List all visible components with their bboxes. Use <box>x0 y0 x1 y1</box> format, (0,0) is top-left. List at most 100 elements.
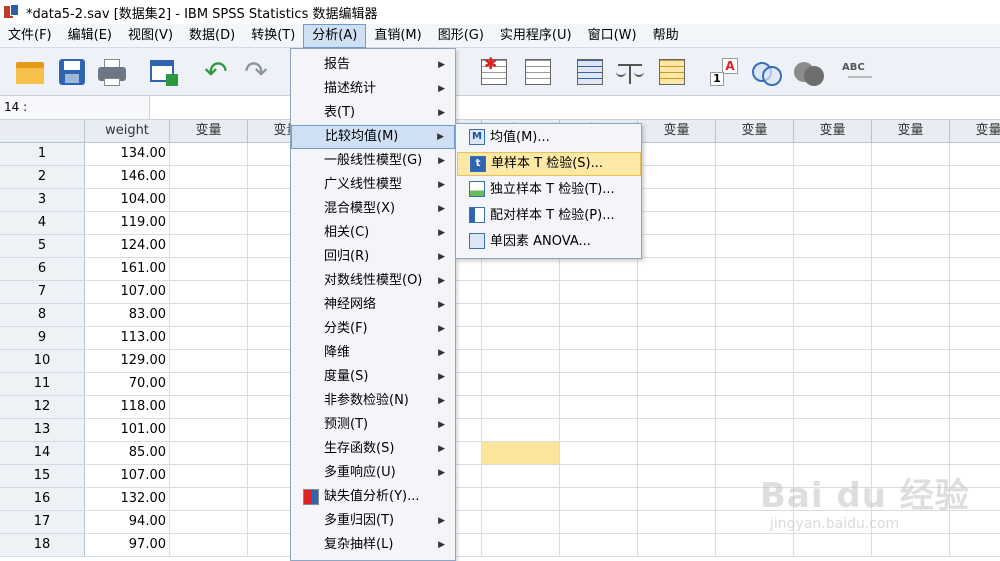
row-header[interactable]: 10 <box>0 350 85 373</box>
cell-value-input[interactable] <box>150 96 1000 119</box>
empty-cell[interactable] <box>170 189 248 212</box>
weight-cell[interactable]: 97.00 <box>85 534 170 557</box>
empty-cell[interactable] <box>950 396 1000 419</box>
empty-cell[interactable] <box>794 442 872 465</box>
empty-cell[interactable] <box>872 281 950 304</box>
compare-means-item[interactable]: M 均值(M)... <box>457 126 641 150</box>
empty-cell[interactable] <box>560 304 638 327</box>
row-header[interactable]: 12 <box>0 396 85 419</box>
empty-cell[interactable] <box>716 189 794 212</box>
analyze-menu-item[interactable]: 复杂抽样(L) ▶ <box>291 533 455 557</box>
empty-cell[interactable] <box>794 419 872 442</box>
menu-analyze[interactable]: 分析(A) <box>303 23 367 48</box>
analyze-menu-item[interactable]: 降维 ▶ <box>291 341 455 365</box>
empty-cell[interactable] <box>170 350 248 373</box>
empty-cell[interactable] <box>560 511 638 534</box>
empty-cell[interactable] <box>716 304 794 327</box>
menu-window[interactable]: 窗口(W) <box>580 24 645 48</box>
menu-direct-marketing[interactable]: 直销(M) <box>366 24 429 48</box>
empty-cell[interactable] <box>794 281 872 304</box>
empty-cell[interactable] <box>170 281 248 304</box>
empty-cell[interactable] <box>794 166 872 189</box>
empty-cell[interactable] <box>794 304 872 327</box>
empty-cell[interactable] <box>482 350 560 373</box>
row-header[interactable]: 17 <box>0 511 85 534</box>
analyze-menu-item[interactable]: 混合模型(X) ▶ <box>291 197 455 221</box>
empty-cell[interactable] <box>638 235 716 258</box>
empty-cell[interactable] <box>170 327 248 350</box>
empty-cell[interactable] <box>560 442 638 465</box>
empty-cell[interactable] <box>560 258 638 281</box>
empty-cell[interactable] <box>482 373 560 396</box>
empty-cell[interactable] <box>872 419 950 442</box>
empty-cell[interactable] <box>638 396 716 419</box>
row-header[interactable]: 16 <box>0 488 85 511</box>
empty-cell[interactable] <box>170 396 248 419</box>
empty-cell[interactable] <box>872 373 950 396</box>
analyze-menu-item[interactable]: 多重响应(U) ▶ <box>291 461 455 485</box>
empty-cell[interactable] <box>482 534 560 557</box>
empty-cell[interactable] <box>170 419 248 442</box>
analyze-menu-item[interactable]: 描述统计 ▶ <box>291 77 455 101</box>
empty-cell[interactable] <box>482 488 560 511</box>
empty-cell[interactable] <box>170 304 248 327</box>
empty-cell[interactable] <box>638 511 716 534</box>
weight-cell[interactable]: 132.00 <box>85 488 170 511</box>
row-header[interactable]: 14 <box>0 442 85 465</box>
empty-cell[interactable] <box>560 350 638 373</box>
empty-cell[interactable] <box>872 258 950 281</box>
recall-dialog-icon[interactable] <box>148 56 180 88</box>
empty-cell[interactable] <box>638 281 716 304</box>
empty-cell[interactable] <box>716 327 794 350</box>
weight-cell[interactable]: 124.00 <box>85 235 170 258</box>
empty-cell[interactable] <box>716 396 794 419</box>
empty-cell[interactable] <box>560 534 638 557</box>
empty-cell[interactable] <box>560 373 638 396</box>
empty-cell[interactable] <box>170 465 248 488</box>
show-all-variables-icon[interactable] <box>792 56 824 88</box>
empty-cell[interactable] <box>950 350 1000 373</box>
column-header-empty-variable[interactable]: 变量 <box>794 120 872 143</box>
analyze-menu-item[interactable]: 一般线性模型(G) ▶ <box>291 149 455 173</box>
empty-cell[interactable] <box>170 212 248 235</box>
empty-cell[interactable] <box>638 442 716 465</box>
analyze-menu-item[interactable]: 缺失值分析(Y)... <box>291 485 455 509</box>
empty-cell[interactable] <box>872 442 950 465</box>
empty-cell[interactable] <box>872 143 950 166</box>
empty-cell[interactable] <box>950 258 1000 281</box>
weight-cell[interactable]: 104.00 <box>85 189 170 212</box>
compare-means-item[interactable]: t 单样本 T 检验(S)... <box>457 152 641 176</box>
menu-edit[interactable]: 编辑(E) <box>60 24 120 48</box>
empty-cell[interactable] <box>794 350 872 373</box>
empty-cell[interactable] <box>950 419 1000 442</box>
empty-cell[interactable] <box>638 166 716 189</box>
empty-cell[interactable] <box>872 396 950 419</box>
row-header[interactable]: 9 <box>0 327 85 350</box>
weight-cell[interactable]: 94.00 <box>85 511 170 534</box>
analyze-menu-item[interactable]: 预测(T) ▶ <box>291 413 455 437</box>
empty-cell[interactable] <box>638 258 716 281</box>
menu-transform[interactable]: 转换(T) <box>243 24 303 48</box>
empty-cell[interactable] <box>638 304 716 327</box>
empty-cell[interactable] <box>638 488 716 511</box>
empty-cell[interactable] <box>716 166 794 189</box>
column-header-empty-variable[interactable]: 变量 <box>872 120 950 143</box>
empty-cell[interactable] <box>794 396 872 419</box>
empty-cell[interactable] <box>794 189 872 212</box>
split-file-icon[interactable] <box>574 56 606 88</box>
empty-cell[interactable] <box>170 235 248 258</box>
menu-file[interactable]: 文件(F) <box>0 24 60 48</box>
row-header[interactable]: 7 <box>0 281 85 304</box>
compare-means-item[interactable]: 单因素 ANOVA... <box>457 230 641 254</box>
weight-cell[interactable]: 113.00 <box>85 327 170 350</box>
menu-utilities[interactable]: 实用程序(U) <box>492 24 580 48</box>
empty-cell[interactable] <box>872 327 950 350</box>
row-header[interactable]: 6 <box>0 258 85 281</box>
empty-cell[interactable] <box>638 350 716 373</box>
column-header-empty-variable[interactable]: 变量 <box>170 120 248 143</box>
weight-cell[interactable]: 161.00 <box>85 258 170 281</box>
empty-cell[interactable] <box>638 465 716 488</box>
weight-cell[interactable]: 118.00 <box>85 396 170 419</box>
row-header[interactable]: 3 <box>0 189 85 212</box>
print-icon[interactable] <box>96 56 128 88</box>
